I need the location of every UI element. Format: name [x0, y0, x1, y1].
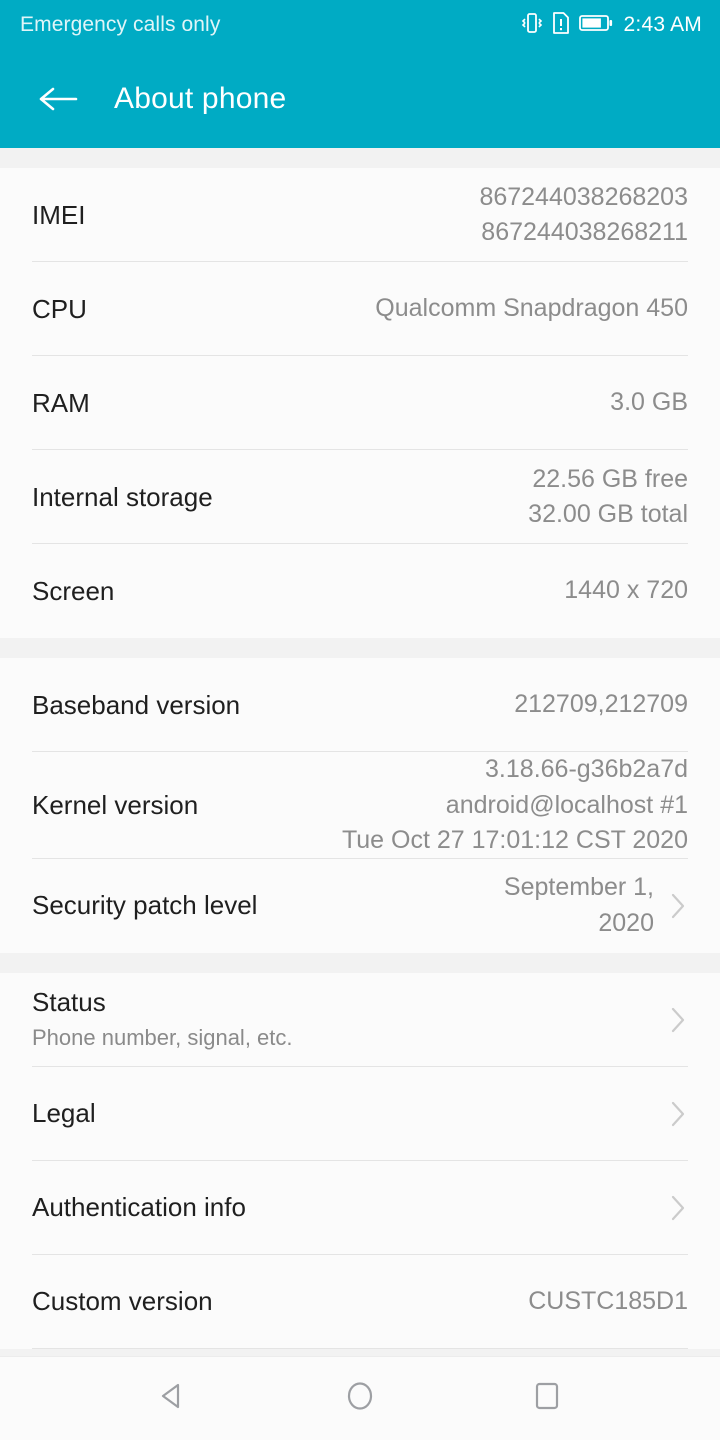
row-authentication-info[interactable]: Authentication info — [0, 1161, 720, 1255]
carrier-label: Emergency calls only — [20, 13, 221, 36]
row-kernel-version[interactable]: Kernel version 3.18.66-g36b2a7d android@… — [0, 752, 720, 859]
row-label: Custom version — [32, 1286, 213, 1317]
back-arrow-icon — [39, 87, 78, 111]
row-label-wrap: Baseband version — [32, 689, 256, 722]
row-screen[interactable]: Screen 1440 x 720 — [0, 544, 720, 638]
row-label-wrap: Status Phone number, signal, etc. — [32, 986, 309, 1053]
row-internal-storage[interactable]: Internal storage 22.56 GB free 32.00 GB … — [0, 450, 720, 544]
page-title: About phone — [114, 82, 287, 115]
row-imei[interactable]: IMEI 867244038268203 867244038268211 — [0, 168, 720, 262]
section-software: Baseband version 212709,212709 Kernel ve… — [0, 658, 720, 953]
battery-icon — [578, 13, 613, 38]
nav-back-button[interactable] — [136, 1362, 210, 1436]
row-status[interactable]: Status Phone number, signal, etc. — [0, 973, 720, 1067]
settings-list[interactable]: IMEI 867244038268203 867244038268211 CPU… — [0, 148, 720, 1356]
row-value: Qualcomm Snapdragon 450 — [375, 294, 688, 323]
row-custom-version[interactable]: Custom version CUSTC185D1 — [0, 1255, 720, 1349]
back-button[interactable] — [32, 73, 84, 125]
row-label: RAM — [32, 387, 90, 418]
recents-nav-icon — [530, 1379, 564, 1418]
vibrate-icon — [521, 11, 543, 40]
row-value: CUSTC185D1 — [528, 1286, 688, 1315]
section-hardware: IMEI 867244038268203 867244038268211 CPU… — [0, 168, 720, 638]
row-label-wrap: IMEI — [32, 199, 101, 232]
clock-label: 2:43 AM — [623, 13, 702, 36]
row-label-wrap: Authentication info — [32, 1191, 262, 1224]
row-label: Kernel version — [32, 790, 199, 820]
row-label: Security patch level — [32, 890, 258, 921]
about-phone-screen: Emergency calls only 2:43 AM About phone… — [0, 0, 720, 1440]
row-label-wrap: Custom version — [32, 1285, 229, 1318]
row-label-wrap: CPU — [32, 293, 103, 326]
row-value: 1440 x 720 — [564, 576, 688, 605]
section-gap-2 — [0, 952, 720, 973]
section-gap-1 — [0, 638, 720, 658]
row-label-wrap: Kernel version — [32, 789, 214, 822]
row-cpu[interactable]: CPU Qualcomm Snapdragon 450 — [0, 262, 720, 356]
row-value: September 1, 2020 — [503, 873, 654, 937]
home-nav-icon — [343, 1379, 377, 1418]
status-icons: 2:43 AM — [521, 11, 702, 40]
section-gap-top — [0, 148, 720, 168]
sim-alert-icon — [552, 11, 570, 40]
app-bar: About phone — [0, 50, 720, 148]
row-label-wrap: Security patch level — [32, 889, 273, 922]
row-subtitle: Phone number, signal, etc. — [32, 1025, 293, 1051]
row-legal[interactable]: Legal — [0, 1067, 720, 1161]
row-value: 22.56 GB free 32.00 GB total — [528, 464, 688, 529]
row-security-patch-level[interactable]: Security patch level September 1, 2020 — [0, 859, 720, 953]
back-nav-icon — [156, 1379, 190, 1418]
nav-home-button[interactable] — [323, 1362, 397, 1436]
row-label: IMEI — [32, 199, 86, 230]
row-label: Baseband version — [32, 689, 241, 720]
row-label-wrap: Screen — [32, 575, 130, 608]
row-label: Internal storage — [32, 481, 213, 512]
row-divider — [32, 1347, 688, 1349]
chevron-right-icon[interactable] — [668, 889, 688, 923]
row-label: Authentication info — [32, 1192, 246, 1223]
status-bar: Emergency calls only 2:43 AM — [0, 0, 720, 50]
row-value: 212709,212709 — [514, 690, 688, 719]
row-label-wrap: Legal — [32, 1097, 112, 1130]
row-label-wrap: Internal storage — [32, 481, 229, 514]
row-value: 3.0 GB — [610, 388, 688, 417]
chevron-right-icon[interactable] — [668, 1097, 688, 1131]
row-value: 3.18.66-g36b2a7d android@localhost #1 Tu… — [341, 755, 688, 854]
row-value: 867244038268203 867244038268211 — [479, 182, 688, 247]
nav-recents-button[interactable] — [510, 1362, 584, 1436]
row-label: Status — [32, 986, 106, 1017]
section-links: Status Phone number, signal, etc. Legal — [0, 972, 720, 1349]
row-baseband-version[interactable]: Baseband version 212709,212709 — [0, 658, 720, 752]
system-navigation-bar — [0, 1356, 720, 1440]
row-ram[interactable]: RAM 3.0 GB — [0, 356, 720, 450]
row-label: Screen — [32, 575, 115, 606]
row-label-wrap: RAM — [32, 387, 106, 420]
chevron-right-icon[interactable] — [668, 1191, 688, 1225]
row-label: CPU — [32, 293, 87, 324]
row-label: Legal — [32, 1098, 96, 1129]
chevron-right-icon[interactable] — [668, 1003, 688, 1037]
